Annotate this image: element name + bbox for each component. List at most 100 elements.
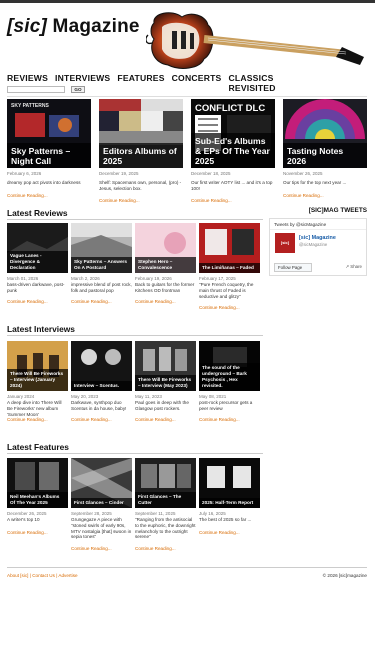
review-date-2: March 2, 2026 [71,276,100,281]
featured-card-2[interactable]: Editors Albums of 2025 [99,99,183,168]
nav-features[interactable]: FEATURES [117,73,164,86]
nav-classics-revisited[interactable]: CLASSICS REVISITED [228,73,307,93]
feature-date-2: September 28, 2025 [71,511,112,516]
feature-caption-4: 2025: Half-Term Report [199,498,260,508]
site-logo[interactable]: [sic] Magazine [7,16,140,38]
follow-page-button[interactable]: Follow Page [274,263,312,272]
footer-links[interactable]: About [sic] | Contact Us | Advertise [7,573,78,578]
interview-card-2[interactable]: Interview – Scentus. [71,341,132,391]
interview-excerpt-1: A deep dive into There Will Be Fireworks… [7,400,62,417]
featured-caption-2: Editors Albums of 2025 [99,143,183,168]
review-date-3: February 19, 2026 [135,276,172,281]
interview-more-3[interactable]: Continue Reading... [135,417,176,422]
review-caption-1: Vague Lanes - Divergence & Declaration [7,251,68,273]
twitter-widget: Tweets by @sicMagazine [sic] [sic] Magaz… [269,218,367,276]
feature-date-4: July 16, 2025 [199,511,226,516]
featured-excerpt-3: Our first writer AOTY list ... and it's … [191,180,273,191]
twitter-widget-header[interactable]: Tweets by @sicMagazine [274,222,326,227]
interview-caption-1: There Will Be Fireworks – Interview (Jan… [7,369,68,391]
featured-more-3[interactable]: Continue Reading... [191,198,232,203]
feature-more-4[interactable]: Continue Reading... [199,530,240,535]
featured-date-3: December 18, 2025 [191,171,231,176]
feature-caption-2: First Glances – Cinder [71,498,132,508]
interview-more-1[interactable]: Continue Reading... [7,417,48,422]
features-divider [7,453,263,454]
nav-reviews[interactable]: REVIEWS [7,73,48,86]
footer-divider [7,567,367,568]
feature-caption-1: Neil Meehan's Albums Of The Year 2025 [7,492,68,508]
review-caption-3: Stephen Hero – Convalescence [135,257,196,273]
interview-caption-4: The sound of the underground – Bark Psyc… [199,363,260,391]
review-date-4: February 17, 2025 [199,276,236,281]
interview-card-3[interactable]: There Will Be Fireworks – Interview (May… [135,341,196,391]
featured-more-4[interactable]: Continue Reading... [283,193,324,198]
feature-card-3[interactable]: First Glances – The Cutter [135,458,196,508]
interview-date-3: May 11, 2023 [135,394,162,399]
feature-more-2[interactable]: Continue Reading... [71,546,112,551]
interview-date-4: May 08, 2021 [199,394,227,399]
section-title-reviews: Latest Reviews [7,208,68,218]
section-title-features: Latest Features [7,442,69,452]
search-input[interactable] [7,86,65,93]
featured-card-1[interactable]: SKY PATTERNS Sky Patterns – Night Call [7,99,91,168]
feature-card-2[interactable]: First Glances – Cinder [71,458,132,508]
avatar[interactable]: [sic] [275,233,295,253]
search-go-button[interactable]: GO [71,86,85,93]
feature-caption-3: First Glances – The Cutter [135,492,196,508]
twitter-account-name[interactable]: [sic] Magazine [299,235,336,241]
interview-excerpt-2: Darkwave, synthpop duo Scentus in da hou… [71,400,127,411]
feature-card-4[interactable]: 2025: Half-Term Report [199,458,260,508]
interview-date-2: May 20, 2023 [71,394,99,399]
review-caption-4: The Limiñanas – Faded [199,263,260,273]
review-card-3[interactable]: Stephen Hero – Convalescence [135,223,196,273]
review-excerpt-2: impressive blend of post rock, folk and … [71,282,132,293]
review-date-1: March 01, 2026 [7,276,39,281]
featured-more-2[interactable]: Continue Reading... [99,198,140,203]
review-card-2[interactable]: Sky Patterns – Answers On A Postcard [71,223,132,273]
share-button[interactable]: ↗ Share [345,264,362,270]
nav-concerts[interactable]: CONCERTS [172,73,222,86]
feature-excerpt-3: "Ranging from the antisocial to the euph… [135,517,196,540]
feature-excerpt-1: A writer's top 10 [7,517,40,522]
featured-date-4: November 26, 2025 [283,171,323,176]
feature-date-1: December 26, 2025 [7,511,47,516]
footer-copyright: © 2026 [sic]magazine [322,573,367,578]
featured-card-3[interactable]: CONFLICT DLC Sub-Ed's Albums & EPs Of Th… [191,99,275,168]
feature-card-1[interactable]: Neil Meehan's Albums Of The Year 2025 [7,458,68,508]
featured-card-4[interactable]: Tasting Notes 2026 [283,99,367,168]
share-label: Share [350,264,362,269]
review-more-2[interactable]: Continue Reading... [71,299,112,304]
review-excerpt-1: bass-driven darkwave, post-punk [7,282,65,293]
nav-divider [7,96,367,97]
review-card-4[interactable]: The Limiñanas – Faded [199,223,260,273]
interview-caption-2: Interview – Scentus. [71,381,132,391]
sky-patterns-logo-text: SKY PATTERNS [11,103,49,109]
review-more-4[interactable]: Continue Reading... [199,305,240,310]
section-title-interviews: Latest Interviews [7,324,75,334]
conflict-dlc-text: CONFLICT DLC [195,103,265,114]
feature-date-3: September 11, 2025 [135,511,176,516]
interview-more-2[interactable]: Continue Reading... [71,417,112,422]
featured-excerpt-4: Our tips for the top next year ... [283,180,347,185]
review-caption-2: Sky Patterns – Answers On A Postcard [71,257,132,273]
review-more-1[interactable]: Continue Reading... [7,299,48,304]
feature-more-1[interactable]: Continue Reading... [7,530,48,535]
twitter-account-handle: @sicMagazine [299,242,328,247]
feature-more-3[interactable]: Continue Reading... [135,546,176,551]
reviews-divider [7,219,263,220]
featured-caption-1: Sky Patterns – Night Call [7,143,91,168]
featured-more-1[interactable]: Continue Reading... [7,193,48,198]
nav-interviews[interactable]: INTERVIEWS [55,73,110,86]
interview-card-4[interactable]: The sound of the underground – Bark Psyc… [199,341,260,391]
interview-card-1[interactable]: There Will Be Fireworks – Interview (Jan… [7,341,68,391]
review-card-1[interactable]: Vague Lanes - Divergence & Declaration [7,223,68,273]
masthead: [sic] Magazine [0,3,375,73]
review-more-3[interactable]: Continue Reading... [135,299,176,304]
review-excerpt-4: "Pure French coquetry, the main thrust o… [199,282,254,299]
twitter-widget-divider [270,229,366,230]
review-excerpt-3: Back to guitars for the former Kitchens … [135,282,195,293]
featured-date-1: February 6, 2026 [7,171,42,176]
interview-caption-3: There Will Be Fireworks – Interview (May… [135,375,196,391]
interview-more-4[interactable]: Continue Reading... [199,417,240,422]
feature-excerpt-2: Grungegaze A piece with "stoned swirls o… [71,517,132,540]
